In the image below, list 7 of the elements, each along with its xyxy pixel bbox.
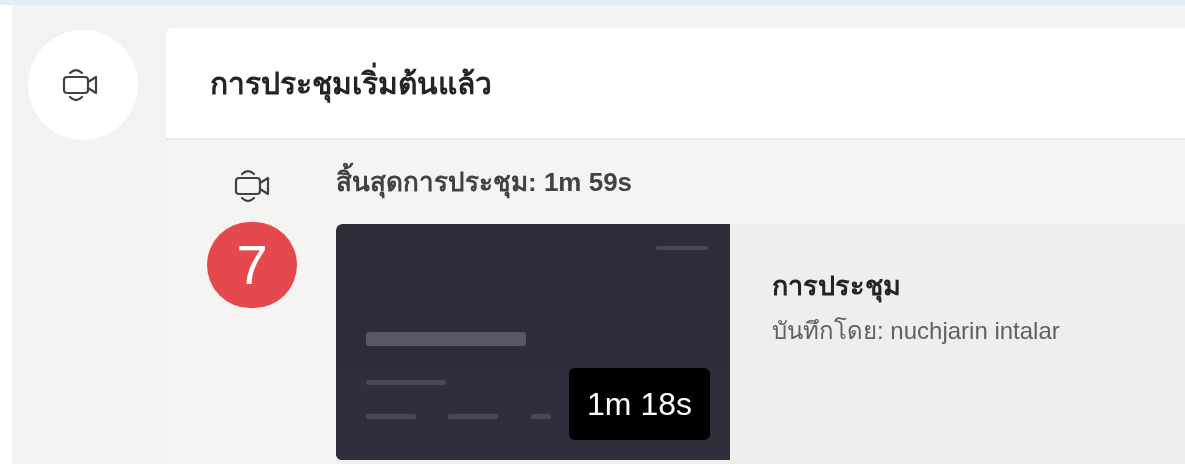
recorded-by-text: บันทึกโดย: nuchjarin intalar (772, 315, 1060, 346)
recording-card[interactable]: 1m 18s การประชุม บันทึกโดย: nuchjarin intalar (336, 224, 1185, 464)
duration-badge: 1m 18s (569, 368, 710, 440)
header-title: การประชุมเริ่มต้นแล้ว (210, 60, 492, 106)
meeting-ended-text: สิ้นสุดการประชุม: 1m 59s (336, 162, 633, 202)
recording-title: การประชุม (772, 270, 902, 305)
step-badge: 7 (207, 222, 297, 308)
